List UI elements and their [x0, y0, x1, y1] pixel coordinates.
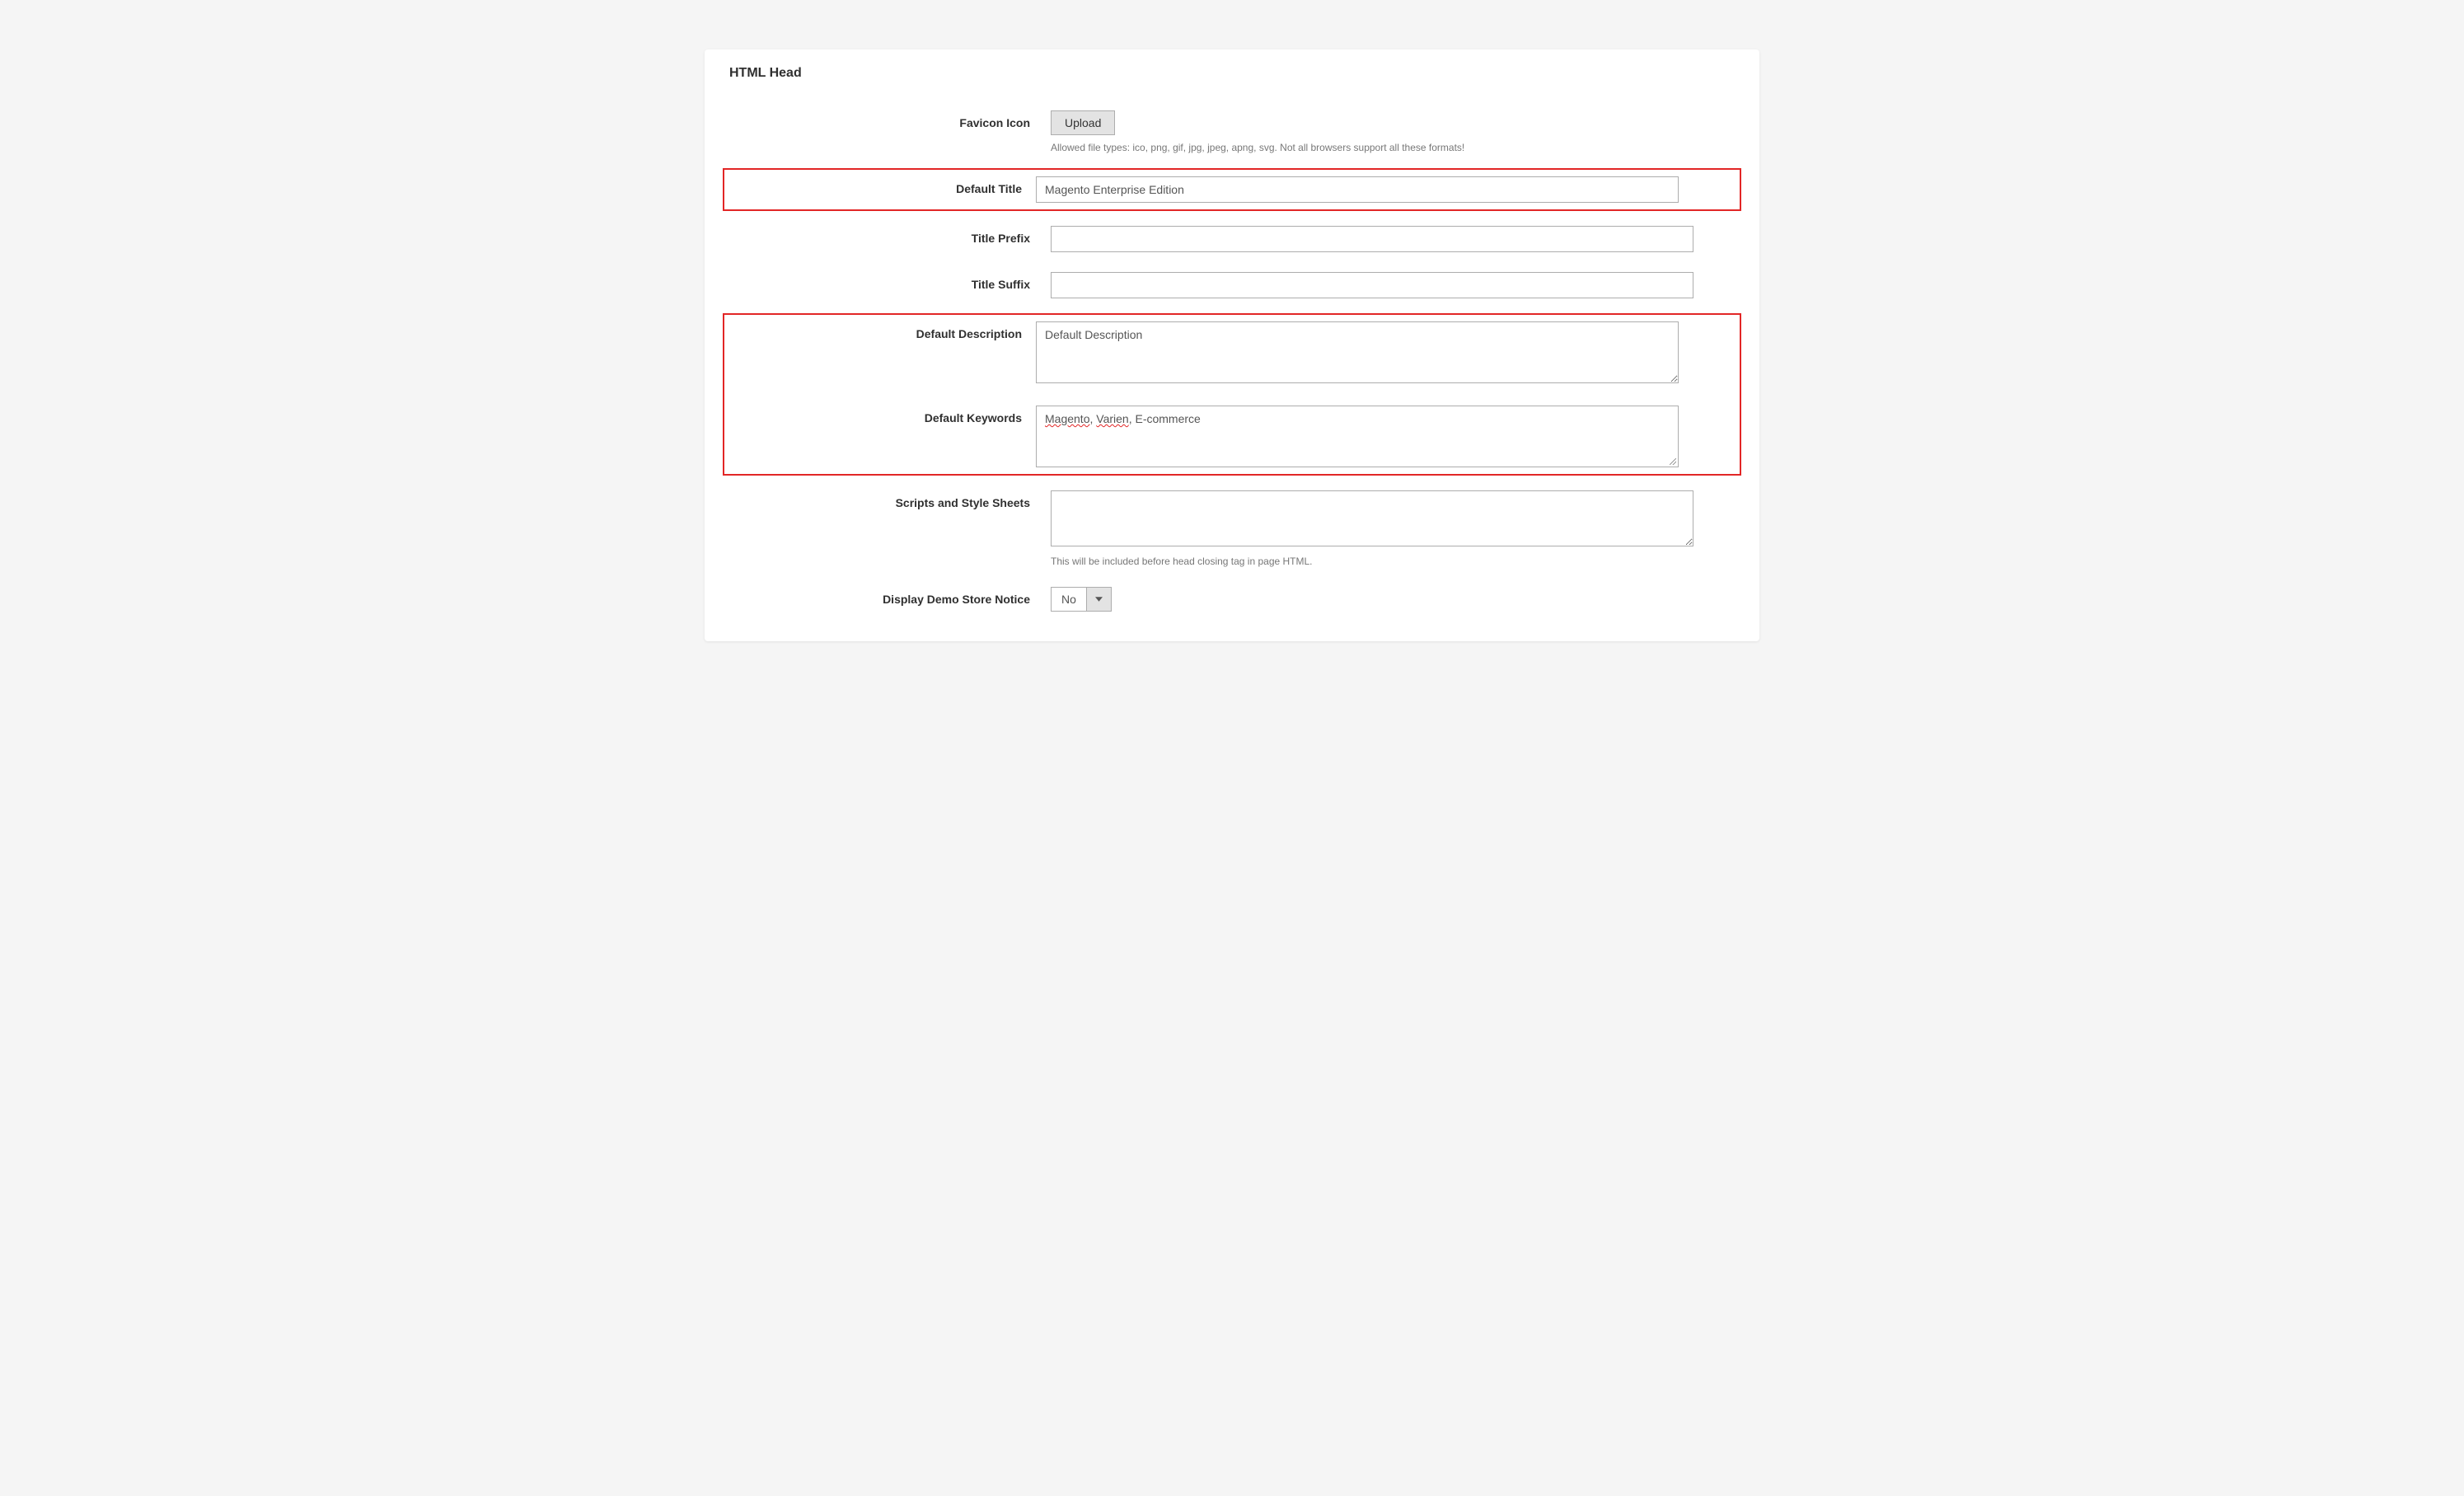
html-head-panel: HTML Head Favicon Icon Upload Allowed fi… — [705, 49, 1759, 641]
keyword-rest: , E-commerce — [1129, 412, 1201, 425]
favicon-label: Favicon Icon — [729, 110, 1051, 129]
default-keywords-control: Magento, Varien, E-commerce — [1036, 406, 1679, 467]
title-prefix-label: Title Prefix — [729, 226, 1051, 245]
favicon-control: Upload Allowed file types: ico, png, gif… — [1051, 110, 1693, 153]
title-suffix-control — [1051, 272, 1693, 298]
default-title-row: Default Title — [729, 171, 1735, 208]
description-keywords-highlight: Default Description Default Description … — [723, 313, 1741, 476]
demo-notice-control: No — [1051, 587, 1693, 612]
default-keywords-textarea[interactable]: Magento, Varien, E-commerce — [1036, 406, 1679, 467]
upload-button[interactable]: Upload — [1051, 110, 1115, 135]
favicon-row: Favicon Icon Upload Allowed file types: … — [729, 106, 1735, 158]
chevron-down-icon[interactable] — [1086, 588, 1111, 611]
default-title-label: Default Title — [729, 176, 1036, 195]
default-title-highlight: Default Title — [723, 168, 1741, 211]
demo-notice-label: Display Demo Store Notice — [729, 587, 1051, 606]
default-keywords-label: Default Keywords — [729, 406, 1036, 424]
panel-title: HTML Head — [729, 66, 1735, 81]
default-description-label: Default Description — [729, 321, 1036, 340]
title-suffix-input[interactable] — [1051, 272, 1693, 298]
scripts-row: Scripts and Style Sheets This will be in… — [729, 485, 1735, 572]
keyword-magento: Magento — [1045, 412, 1089, 425]
default-title-input[interactable] — [1036, 176, 1679, 203]
title-prefix-input[interactable] — [1051, 226, 1693, 252]
scripts-help-text: This will be included before head closin… — [1051, 556, 1693, 567]
scripts-textarea[interactable] — [1051, 490, 1693, 546]
title-suffix-label: Title Suffix — [729, 272, 1051, 291]
favicon-help-text: Allowed file types: ico, png, gif, jpg, … — [1051, 142, 1693, 153]
demo-notice-row: Display Demo Store Notice No — [729, 582, 1735, 617]
scripts-control: This will be included before head closin… — [1051, 490, 1693, 567]
title-prefix-control — [1051, 226, 1693, 252]
default-keywords-row: Default Keywords Magento, Varien, E-comm… — [729, 401, 1735, 472]
title-suffix-row: Title Suffix — [729, 267, 1735, 303]
default-description-textarea[interactable]: Default Description — [1036, 321, 1679, 383]
default-description-row: Default Description Default Description — [729, 317, 1735, 391]
scripts-label: Scripts and Style Sheets — [729, 490, 1051, 509]
title-prefix-row: Title Prefix — [729, 221, 1735, 257]
demo-notice-value: No — [1052, 588, 1086, 611]
default-description-control: Default Description — [1036, 321, 1679, 386]
default-title-control — [1036, 176, 1679, 203]
demo-notice-select[interactable]: No — [1051, 587, 1112, 612]
keyword-varien: Varien — [1096, 412, 1128, 425]
